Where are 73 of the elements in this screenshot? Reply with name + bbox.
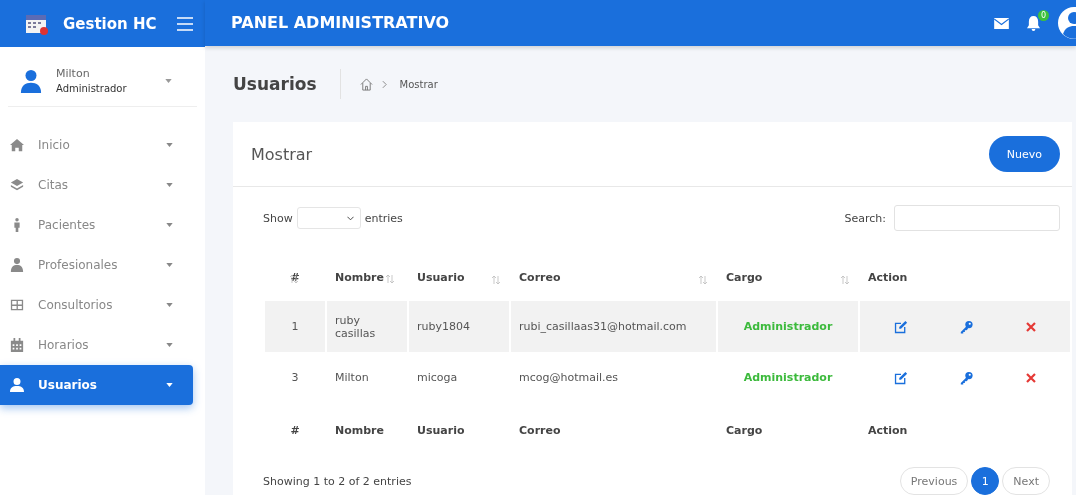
caret-icon: [166, 383, 173, 387]
caret-icon: [166, 223, 173, 227]
nav-item[interactable]: Usuarios: [0, 365, 193, 405]
table-cell: micoga: [417, 371, 458, 384]
chevron-icon: [381, 79, 387, 89]
column-header[interactable]: Correo: [519, 270, 561, 284]
bell-icon[interactable]: [1027, 15, 1040, 31]
table-cell: rubi_casillaas31@hotmail.com: [519, 320, 687, 333]
user-name: Milton: [56, 67, 91, 80]
show-label: Show: [263, 211, 293, 225]
sort-icon[interactable]: [289, 274, 299, 284]
chevron-down-icon: [346, 215, 354, 221]
column-header[interactable]: Nombre: [335, 270, 384, 284]
table-cell: 1: [291, 320, 299, 333]
home-icon[interactable]: [359, 77, 373, 91]
column-footer: #: [290, 423, 300, 437]
column-header[interactable]: Usuario: [417, 270, 465, 284]
search-field[interactable]: [894, 205, 1060, 231]
caret-icon: [166, 183, 173, 187]
column-header[interactable]: Action: [868, 270, 908, 284]
entries-label: entries: [364, 211, 403, 225]
brand-name: Gestion HC: [63, 14, 158, 33]
user-role: Administrador: [56, 83, 128, 94]
column-footer: Action: [868, 423, 908, 437]
nav-item[interactable]: Consultorios: [0, 293, 193, 317]
key-icon[interactable]: [960, 319, 974, 334]
delete-icon[interactable]: [1025, 321, 1036, 332]
table-cell: ruby1804: [417, 320, 470, 333]
column-header[interactable]: #: [290, 270, 300, 284]
card-title: Mostrar: [251, 144, 313, 164]
table-cell: 3: [291, 371, 299, 384]
page-button[interactable]: Next: [1002, 467, 1050, 495]
key-icon[interactable]: [960, 370, 974, 385]
column-header[interactable]: Cargo: [726, 270, 763, 284]
column-footer: Cargo: [726, 423, 763, 437]
panel-title: PANEL ADMINISTRATIVO: [231, 13, 450, 33]
table-cell: Administrador: [743, 371, 833, 384]
notification-badge: 0: [1037, 9, 1049, 21]
user-icon: [10, 378, 24, 392]
table-cell: mcog@hotmail.es: [519, 371, 619, 384]
nav-item[interactable]: Inicio: [0, 133, 193, 157]
edit-icon[interactable]: [894, 370, 909, 385]
entries-info: Showing 1 to 2 of 2 entries: [263, 474, 412, 488]
page-title: Usuarios: [233, 74, 317, 94]
home-icon: [10, 138, 24, 152]
breadcrumb-item: Mostrar: [399, 78, 438, 90]
column-footer: Usuario: [417, 423, 465, 437]
search-label: Search:: [844, 211, 886, 225]
caret-icon: [166, 263, 173, 267]
caret-icon: [166, 303, 173, 307]
column-footer: Correo: [519, 423, 561, 437]
nav-item[interactable]: Pacientes: [0, 213, 193, 237]
column-footer: Nombre: [335, 423, 384, 437]
new-button[interactable]: Nuevo: [988, 136, 1060, 172]
table-cell: ruby casillas: [335, 313, 376, 340]
page-button[interactable]: 1: [971, 467, 1000, 495]
user-avatar-icon: [20, 68, 42, 93]
menu-icon[interactable]: [177, 16, 193, 31]
caret-icon[interactable]: [165, 78, 172, 83]
layers-icon: [10, 178, 24, 192]
edit-icon[interactable]: [894, 319, 909, 334]
nav-item[interactable]: Profesionales: [0, 253, 193, 277]
page-button[interactable]: Previous: [899, 467, 969, 495]
nav-item[interactable]: Citas: [0, 173, 193, 197]
grid-icon: [10, 298, 24, 312]
table-cell: Milton: [335, 371, 369, 384]
calendar-icon: [10, 338, 24, 352]
mail-icon[interactable]: [994, 17, 1009, 29]
delete-icon[interactable]: [1025, 372, 1036, 383]
caret-icon: [166, 343, 173, 347]
table-cell: Administrador: [743, 320, 833, 333]
caret-icon: [166, 143, 173, 147]
nav-item[interactable]: Horarios: [0, 333, 193, 357]
